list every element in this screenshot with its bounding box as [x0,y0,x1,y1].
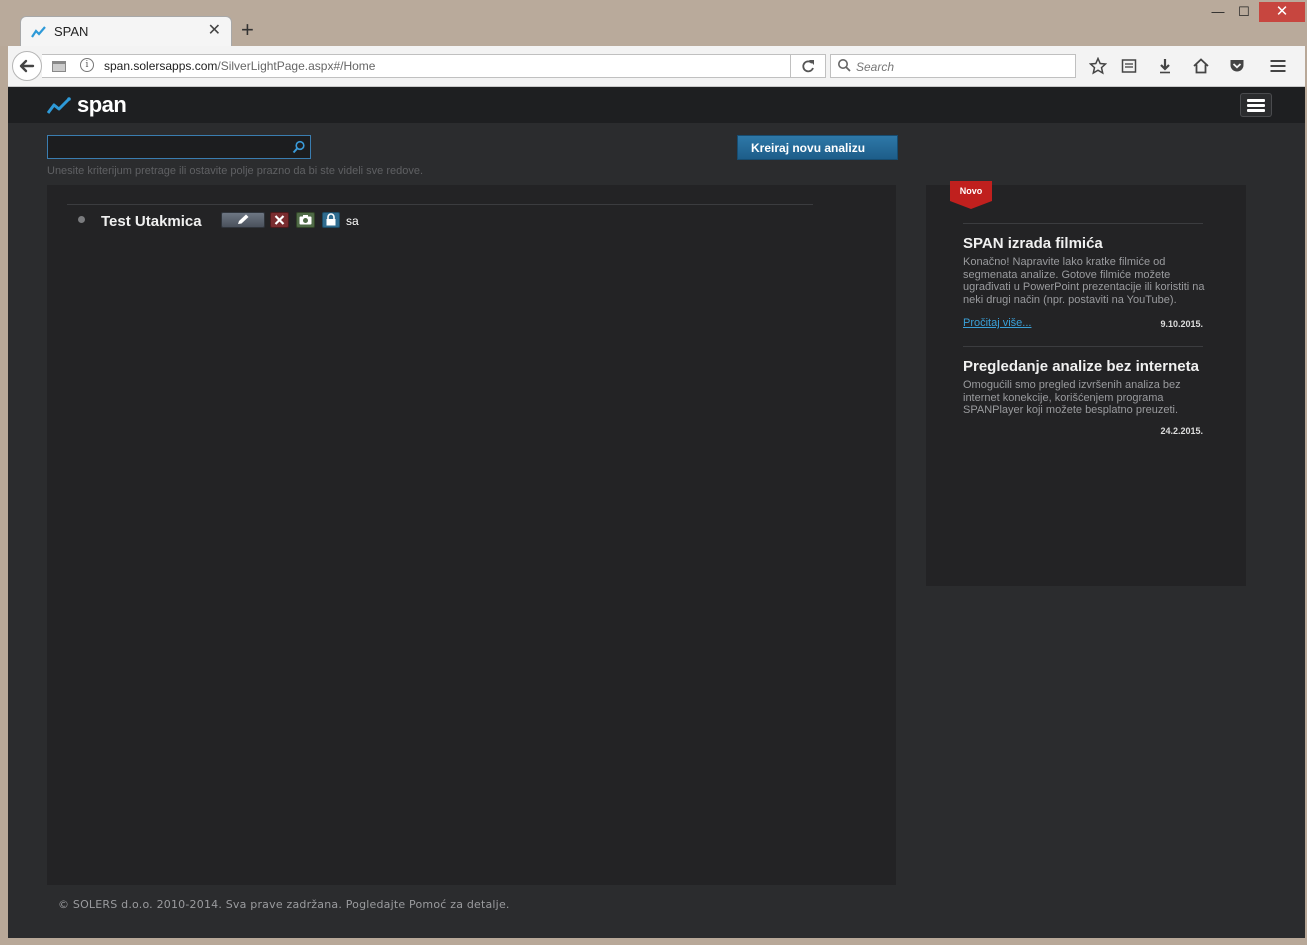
analysis-title[interactable]: Test Utakmica [101,213,202,230]
hamburger-icon [1247,109,1265,112]
app-menu-button[interactable] [1240,93,1272,117]
news-divider [963,346,1203,347]
browser-search-placeholder: Search [856,60,895,74]
bookmark-star-icon[interactable] [1089,57,1107,75]
read-more-link[interactable]: Pročitaj više... [963,317,1031,329]
search-icon[interactable] [292,140,306,154]
url-text: span.solersapps.com/SilverLightPage.aspx… [104,59,376,73]
page-identity-icon [52,61,66,72]
maximize-button[interactable]: ☐ [1234,2,1254,22]
url-bar[interactable]: i span.solersapps.com/SilverLightPage.as… [42,54,796,78]
span-logo-icon [47,97,71,114]
app-logo-text: span [77,92,127,117]
edit-button[interactable] [221,212,265,228]
analysis-search-box [47,135,311,159]
delete-button[interactable] [270,212,289,228]
tab-title: SPAN [54,24,89,39]
list-divider [67,204,813,205]
reload-button[interactable] [790,54,826,78]
pencil-icon [238,214,249,224]
news-date: 9.10.2015. [1160,319,1203,329]
browser-toolbar: i span.solersapps.com/SilverLightPage.as… [8,46,1305,87]
news-panel: Novo SPAN izrada filmića Konačno! Naprav… [926,181,1246,586]
browser-tab[interactable]: SPAN ✕ [20,16,232,46]
news-divider [963,223,1203,224]
hamburger-icon [1247,99,1265,102]
close-window-button[interactable]: ✕ [1259,2,1305,22]
window-titlebar: SPAN ✕ + — ☐ ✕ [0,0,1307,46]
reload-icon [802,60,814,73]
news-body: Omogućili smo pregled izvršenih analiza … [963,379,1181,416]
hamburger-icon [1247,104,1265,107]
pocket-icon[interactable] [1228,57,1246,75]
browser-menu-icon[interactable] [1269,57,1287,75]
span-favicon-icon [31,26,46,38]
lock-button[interactable] [322,212,340,228]
delete-x-icon [274,215,285,225]
tab-close-icon[interactable]: ✕ [208,22,221,40]
reading-list-icon[interactable] [1120,57,1138,75]
novo-ribbon: Novo [950,181,992,209]
lock-icon [326,213,336,226]
home-icon[interactable] [1192,57,1210,75]
news-date: 24.2.2015. [1160,426,1203,436]
video-button[interactable] [296,212,315,228]
news-title: Pregledanje analize bez interneta [963,358,1199,375]
analysis-list: Test Utakmica sa [47,185,896,885]
download-icon[interactable] [1156,57,1174,75]
back-arrow-icon [19,59,35,73]
camera-icon [299,215,312,225]
app-header: span [8,87,1305,123]
search-hint: Unesite kriterijum pretrage ili ostavite… [47,165,424,177]
news-body: Konačno! Napravite lako kratke filmiće o… [963,256,1205,306]
site-info-icon[interactable]: i [80,58,94,72]
browser-search-bar[interactable]: Search [830,54,1076,78]
search-icon [838,59,851,72]
back-button[interactable] [12,51,42,81]
app-page: span Unesite kriterijum pretrage ili ost… [8,87,1305,938]
new-tab-button[interactable]: + [241,19,254,41]
minimize-button[interactable]: — [1208,2,1228,22]
news-title: SPAN izrada filmića [963,235,1103,252]
create-analysis-button[interactable]: Kreiraj novu analizu [737,135,898,160]
novo-ribbon-label: Novo [960,186,983,196]
bullet-icon [78,216,85,223]
analysis-search-input[interactable] [48,136,288,158]
footer-copyright: © SOLERS d.o.o. 2010-2014. Sva prave zad… [58,898,510,911]
analysis-owner: sa [346,214,359,228]
